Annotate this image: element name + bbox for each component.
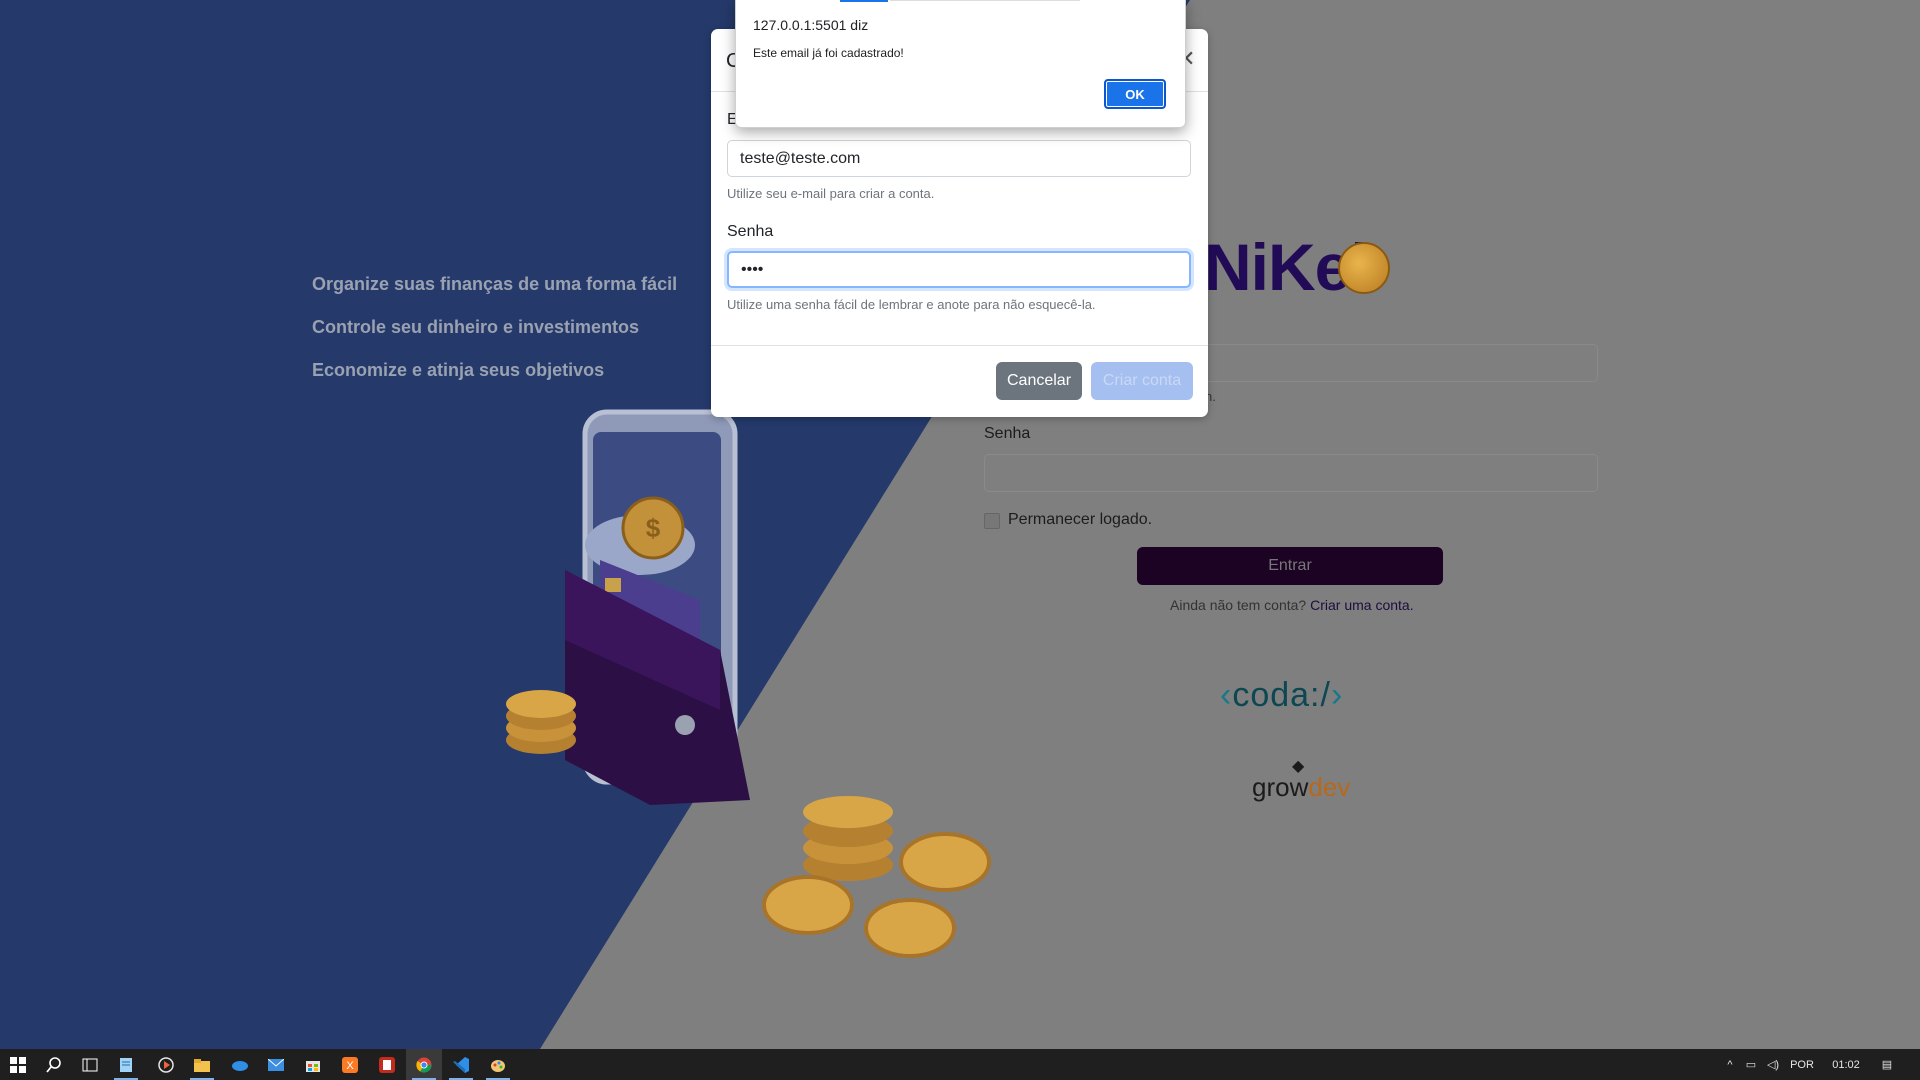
modal-footer: Cancelar Criar conta (711, 345, 1208, 418)
mail-icon[interactable] (258, 1049, 294, 1080)
browser-viewport: $ Organize suas finanças de uma forma fá… (0, 0, 1920, 1049)
clock[interactable]: 01:02 (1820, 1059, 1872, 1071)
alert-accent-bar (840, 0, 888, 2)
browser-alert-dialog: 127.0.0.1:5501 diz Este email já foi cad… (735, 0, 1186, 128)
remember-checkbox[interactable] (984, 513, 1000, 529)
feature-item: Organize suas finanças de uma forma fáci… (312, 274, 678, 294)
password-help: Utilize uma senha fácil de lembrar e ano… (727, 297, 1096, 312)
search-icon[interactable] (36, 1049, 72, 1080)
windows-start-icon[interactable] (0, 1049, 36, 1080)
email-help: Utilize seu e-mail para criar a conta. (727, 186, 935, 201)
coda-logo: ‹coda:/› (1220, 676, 1344, 714)
notepad-icon[interactable] (108, 1049, 144, 1080)
bg-password-input[interactable] (984, 454, 1598, 492)
features-list: Organize suas finanças de uma forma fáci… (312, 275, 677, 404)
windows-taskbar: X ^ ▭ ◁) POR 01:02 ▤ (0, 1049, 1920, 1080)
alert-origin: 127.0.0.1:5501 diz (753, 17, 869, 33)
feature-item: Economize e atinja seus objetivos (312, 360, 605, 380)
signup-link[interactable]: Criar uma conta. (1310, 597, 1413, 613)
notifications-icon[interactable]: ▤ (1872, 1058, 1902, 1071)
brand-coin-icon (1338, 242, 1390, 294)
email-input[interactable] (727, 140, 1191, 177)
svg-text:$: $ (646, 513, 661, 543)
bg-password-label: Senha (984, 425, 1031, 442)
signup-hint: Ainda não tem conta? Criar uma conta. (1170, 597, 1414, 613)
alert-message: Este email já foi cadastrado! (753, 46, 904, 60)
cancel-button[interactable]: Cancelar (996, 362, 1082, 400)
store-icon[interactable] (295, 1049, 331, 1080)
growdev-logo: growdev (1252, 772, 1350, 803)
app-icon[interactable] (369, 1049, 405, 1080)
task-view-icon[interactable] (72, 1049, 108, 1080)
login-button[interactable]: Entrar (1137, 547, 1443, 585)
create-account-button[interactable]: Criar conta (1091, 362, 1193, 400)
network-icon[interactable]: ▭ (1740, 1058, 1762, 1071)
coda-logo-text: coda:/ (1232, 676, 1331, 714)
volume-icon[interactable]: ◁) (1762, 1058, 1784, 1071)
xampp-icon[interactable]: X (332, 1049, 368, 1080)
svg-text:X: X (346, 1060, 354, 1072)
coin-stack-left (506, 690, 576, 754)
password-label: Senha (727, 223, 774, 240)
system-tray: ^ ▭ ◁) POR 01:02 ▤ (1720, 1049, 1902, 1080)
feature-item: Controle seu dinheiro e investimentos (312, 317, 640, 337)
paint-icon[interactable] (480, 1049, 516, 1080)
password-input[interactable] (727, 251, 1191, 288)
language-indicator[interactable]: POR (1784, 1059, 1820, 1071)
signup-prompt: Ainda não tem conta? (1170, 597, 1307, 613)
growdev-grow: grow (1252, 772, 1309, 802)
chrome-icon[interactable] (406, 1049, 442, 1080)
growdev-dev: dev (1308, 772, 1351, 802)
file-explorer-icon[interactable] (184, 1049, 220, 1080)
remember-label: Permanecer logado. (1008, 511, 1153, 528)
alert-divider (890, 0, 1080, 1)
alert-ok-button[interactable]: OK (1104, 79, 1166, 109)
media-player-icon[interactable] (148, 1049, 184, 1080)
vscode-icon[interactable] (443, 1049, 479, 1080)
chevron-up-icon[interactable]: ^ (1720, 1059, 1740, 1071)
onedrive-icon[interactable] (221, 1049, 257, 1080)
